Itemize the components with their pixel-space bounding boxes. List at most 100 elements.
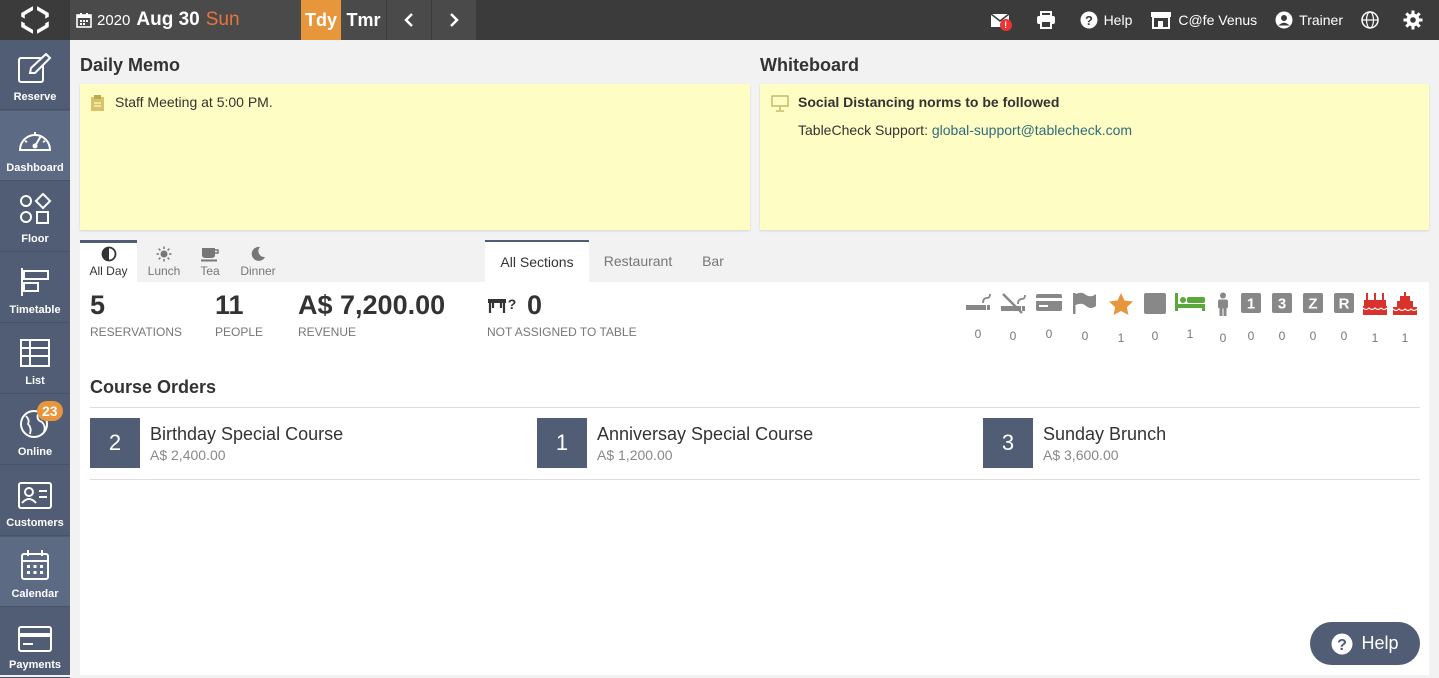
tab-tea[interactable]: Tea [190, 240, 230, 282]
date-picker[interactable]: 2020 Aug 30 Sun [70, 0, 301, 40]
attr-star[interactable]: 1 [1107, 292, 1135, 345]
sidebar-item-customers[interactable]: Customers [0, 466, 70, 536]
print-icon [1036, 11, 1055, 29]
bed-icon [1175, 293, 1205, 311]
attr-count: 1 [1401, 331, 1409, 345]
daily-memo-title: Daily Memo [80, 55, 181, 75]
course-price: A$ 3,600.00 [1043, 446, 1119, 463]
language-button[interactable] [1361, 11, 1385, 29]
globe-icon [1361, 11, 1379, 29]
attr-count: 0 [1045, 327, 1053, 341]
support-email-link[interactable]: global-support@tablecheck.com [932, 122, 1132, 138]
settings-button[interactable] [1403, 10, 1429, 30]
attr-count: 1 [1186, 327, 1194, 341]
chevron-right-icon [450, 13, 459, 27]
user-menu[interactable]: Trainer [1275, 11, 1343, 29]
people-value: 11 [215, 290, 244, 320]
three-glyph: 3 [1278, 296, 1286, 313]
people-label: PEOPLE [215, 325, 264, 339]
print-button[interactable] [1036, 11, 1062, 29]
tab-dinner[interactable]: Dinner [235, 240, 281, 282]
attr-person[interactable]: 0 [1209, 292, 1237, 345]
sidebar-item-floor[interactable]: Floor [0, 182, 70, 252]
sidebar-item-dashboard[interactable]: Dashboard [0, 111, 70, 181]
previous-day-button[interactable] [387, 0, 431, 40]
attr-z[interactable]: Z 0 [1299, 292, 1327, 343]
next-day-button[interactable] [432, 0, 476, 40]
calendar-icon [21, 550, 49, 580]
half-moon-icon [101, 246, 116, 262]
mail-button[interactable]: ! [990, 12, 1018, 31]
course-item[interactable]: 2 Birthday Special Course A$ 2,400.00 [90, 418, 343, 468]
sidebar-item-list[interactable]: List [0, 324, 70, 394]
tab-all-sections[interactable]: All Sections [485, 240, 589, 282]
tab-all-day[interactable]: All Day [80, 240, 137, 282]
course-item[interactable]: 3 Sunday Brunch A$ 3,600.00 [983, 418, 1166, 468]
attr-no-smoking[interactable]: 0 [999, 292, 1027, 343]
attr-count: 0 [1309, 329, 1317, 343]
attr-card[interactable]: 0 [1035, 292, 1063, 341]
attr-flag[interactable]: 0 [1071, 292, 1099, 343]
tab-bar[interactable]: Bar [690, 240, 736, 282]
z-glyph: Z [1308, 296, 1317, 313]
sidebar: Reserve Dashboard Floor Timetable List 2… [0, 40, 70, 678]
help-icon: ? [1331, 633, 1353, 654]
attr-smoking[interactable]: 0 [964, 292, 992, 341]
sidebar-item-label: Timetable [9, 304, 61, 316]
course-price: A$ 2,400.00 [150, 446, 226, 463]
timetable-icon [21, 268, 49, 296]
sidebar-item-timetable[interactable]: Timetable [0, 253, 70, 323]
svg-text:?: ? [1085, 13, 1093, 28]
tomorrow-button[interactable]: Tmr [341, 0, 386, 40]
store-selector[interactable]: C@fe Venus [1150, 11, 1257, 29]
course-quantity: 1 [537, 418, 587, 468]
help-floating-button[interactable]: ? Help [1310, 622, 1420, 665]
sidebar-item-reserve[interactable]: Reserve [0, 40, 70, 110]
sidebar-item-payments[interactable]: Payments [0, 608, 70, 678]
attr-square[interactable]: 0 [1141, 292, 1169, 343]
calendar-icon [76, 13, 92, 28]
attr-r[interactable]: R 0 [1330, 292, 1358, 343]
svg-text:?: ? [508, 296, 517, 312]
course-quantity: 2 [90, 418, 140, 468]
attr-count: 0 [974, 327, 982, 341]
attr-count: 0 [1340, 329, 1348, 343]
attr-three[interactable]: 3 0 [1268, 292, 1296, 343]
unassigned-stat[interactable]: ? 0 NOT ASSIGNED TO TABLE [487, 290, 637, 339]
star-icon [1109, 293, 1133, 315]
attr-birthday-cake[interactable]: 1 [1361, 292, 1389, 345]
sidebar-item-label: Customers [6, 517, 64, 529]
help-link[interactable]: ? Help [1080, 11, 1132, 29]
tab-lunch[interactable]: Lunch [140, 240, 188, 282]
store-label: C@fe Venus [1178, 12, 1258, 28]
user-label: Trainer [1299, 12, 1343, 28]
one-glyph: 1 [1247, 296, 1255, 313]
sidebar-item-calendar[interactable]: Calendar [0, 537, 70, 607]
chevron-left-icon [404, 13, 413, 27]
whiteboard-headline: Social Distancing norms to be followed [798, 94, 1060, 110]
course-item[interactable]: 1 Anniversay Special Course A$ 1,200.00 [537, 418, 813, 468]
course-price: A$ 1,200.00 [597, 446, 673, 463]
floor-icon [20, 193, 52, 224]
whiteboard[interactable]: Social Distancing norms to be followed T… [760, 84, 1429, 230]
sidebar-item-label: List [25, 375, 45, 387]
person-icon [1218, 292, 1228, 316]
support-prefix: TableCheck Support: [798, 122, 932, 138]
tab-label: Lunch [147, 264, 181, 278]
attr-one[interactable]: 1 0 [1237, 292, 1265, 343]
attr-bed[interactable]: 1 [1174, 292, 1206, 341]
svg-text:?: ? [1338, 637, 1348, 654]
reservations-label: RESERVATIONS [90, 325, 183, 339]
app-logo-icon[interactable] [0, 0, 70, 40]
attr-anniversary-cake[interactable]: 1 [1391, 292, 1419, 345]
tab-label: Tea [200, 264, 220, 278]
tab-restaurant[interactable]: Restaurant [592, 240, 684, 282]
sidebar-item-online[interactable]: 23 Online [0, 395, 70, 465]
user-icon [1275, 11, 1293, 29]
attr-count: 0 [1278, 329, 1286, 343]
daily-memo[interactable]: Staff Meeting at 5:00 PM. [80, 84, 750, 230]
today-button[interactable]: Tdy [301, 0, 341, 40]
unassigned-label: NOT ASSIGNED TO TABLE [487, 325, 637, 339]
attr-count: 1 [1117, 331, 1125, 345]
edit-icon [18, 53, 52, 83]
